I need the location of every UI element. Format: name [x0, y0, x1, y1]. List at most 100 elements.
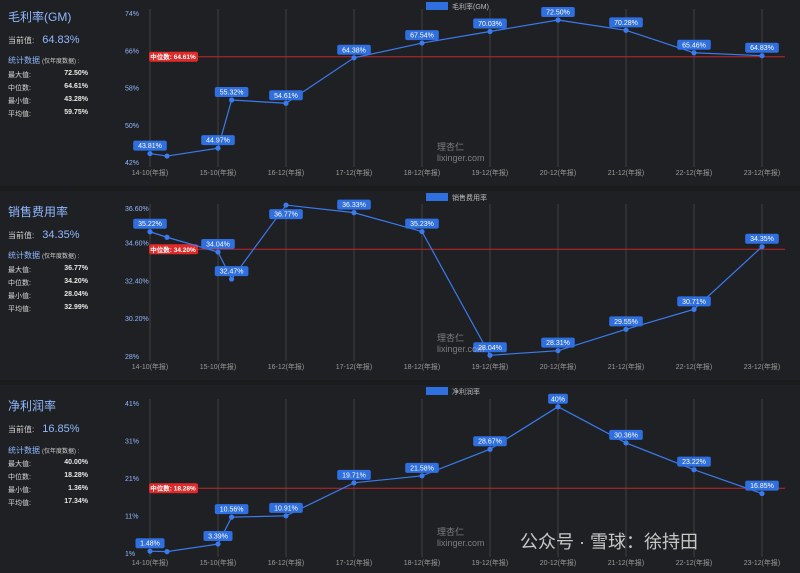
- data-point: [419, 473, 425, 479]
- data-label: 10.91%: [274, 505, 298, 512]
- stat-max: 最大值: 40.00%: [8, 459, 88, 469]
- stats-note: (仅年度数据) :: [42, 449, 80, 455]
- wechat-watermark: 公众号 · 雪球：徐持田: [520, 532, 698, 552]
- stat-min-value: 43.28%: [64, 96, 88, 103]
- y-tick-label: 41%: [125, 401, 139, 408]
- stat-median: 中位数: 64.61%: [8, 83, 88, 93]
- y-tick-label: 58%: [125, 86, 139, 93]
- data-label: 44.97%: [206, 138, 230, 145]
- logo-text: 理杏仁: [437, 333, 465, 343]
- panel-title: 净利润率: [8, 399, 57, 413]
- logo-domain: lixinger.com: [437, 153, 485, 163]
- data-point: [691, 306, 697, 312]
- x-tick-label: 21-12(年报): [608, 558, 645, 567]
- y-tick-label: 1%: [125, 551, 135, 558]
- data-label: 70.28%: [614, 20, 638, 27]
- data-point: [215, 249, 221, 255]
- stat-mean-value: 32.99%: [64, 304, 88, 311]
- legend-label: 净利润率: [452, 387, 480, 396]
- current-value: 16.85%: [42, 423, 80, 435]
- current-value-row: 当前值: 64.83%: [8, 34, 80, 46]
- x-tick-label: 16-12(年报): [268, 168, 305, 177]
- current-value: 34.35%: [42, 229, 80, 241]
- logo-text: 理杏仁: [437, 142, 465, 152]
- data-point: [229, 97, 235, 103]
- data-label: 28.67%: [478, 439, 502, 446]
- y-tick-label: 74%: [125, 11, 139, 18]
- legend-swatch: [426, 387, 448, 395]
- data-label: 36.77%: [274, 212, 298, 219]
- stat-mean: 平均值: 17.34%: [8, 498, 88, 508]
- stat-max-label: 最大值:: [8, 267, 31, 274]
- x-tick-label: 21-12(年报): [608, 168, 645, 177]
- stats-note: (仅年度数据) :: [42, 59, 80, 65]
- data-point: [351, 480, 357, 486]
- x-tick-label: 17-12(年报): [336, 362, 373, 371]
- data-point: [759, 490, 765, 497]
- data-point: [229, 514, 235, 520]
- data-point: [623, 27, 629, 33]
- data-point: [759, 53, 765, 59]
- logo-watermark: 理杏仁 lixinger.com: [437, 525, 485, 548]
- data-point: [487, 28, 493, 35]
- data-label: 3.39%: [208, 534, 228, 541]
- panel-title: 销售费用率: [8, 205, 69, 219]
- data-label: 36.33%: [342, 202, 366, 209]
- stat-min: 最小值: 28.04%: [8, 291, 88, 301]
- stat-min-value: 28.04%: [64, 291, 88, 298]
- data-point: [147, 548, 153, 554]
- data-label: 1.48%: [140, 541, 160, 548]
- data-point: [164, 234, 170, 240]
- y-tick-label: 50%: [125, 123, 139, 130]
- x-tick-label: 19-12(年报): [472, 558, 509, 567]
- stats-title: 统计数据 (仅年度数据) :: [8, 445, 79, 456]
- net-margin-sidebar: 净利润率 当前值: 16.85% 统计数据 (仅年度数据) : 最大值: 40.00%…: [0, 385, 120, 573]
- stat-min: 最小值: 43.28%: [8, 96, 88, 106]
- data-label: 23.22%: [682, 459, 706, 466]
- logo-text: 理杏仁: [437, 527, 465, 537]
- data-label: 64.38%: [342, 47, 366, 54]
- stat-mean: 平均值: 59.75%: [8, 109, 88, 119]
- y-tick-label: 34.60%: [125, 240, 149, 247]
- x-tick-label: 23-12(年报): [744, 558, 781, 567]
- legend-label: 毛利率(GM): [452, 2, 489, 11]
- stat-min-value: 1.36%: [68, 485, 88, 492]
- stats-note: (仅年度数据) :: [42, 254, 80, 260]
- stats-title: 统计数据 (仅年度数据) :: [8, 250, 79, 261]
- x-tick-label: 20-12(年报): [540, 558, 577, 567]
- data-point: [759, 244, 765, 250]
- data-label: 29.55%: [614, 319, 638, 326]
- data-label: 43.81%: [138, 143, 162, 150]
- sales-expense-panel: 销售费用率 当前值: 34.35% 统计数据 (仅年度数据) : 最大值: 36.77…: [0, 191, 800, 380]
- x-tick-label: 14-10(年报): [132, 168, 169, 177]
- stats-title-text: 统计数据: [8, 446, 40, 455]
- stat-mean-value: 59.75%: [64, 109, 88, 116]
- stat-max: 最大值: 36.77%: [8, 265, 88, 275]
- data-point: [147, 229, 153, 235]
- data-label: 16.85%: [750, 483, 774, 490]
- data-point: [691, 467, 697, 473]
- median-label: 中位数: 18.28%: [150, 484, 196, 493]
- y-tick-label: 42%: [125, 160, 139, 167]
- data-label: 21.58%: [410, 465, 434, 472]
- legend-swatch: [426, 193, 448, 201]
- data-label: 32.47%: [220, 269, 244, 276]
- x-tick-label: 14-10(年报): [132, 558, 169, 567]
- y-tick-label: 66%: [125, 48, 139, 55]
- x-tick-label: 17-12(年报): [336, 558, 373, 567]
- data-point: [164, 549, 170, 555]
- x-tick-label: 22-12(年报): [676, 362, 713, 371]
- data-label: 30.71%: [682, 299, 706, 306]
- x-tick-label: 16-12(年报): [268, 558, 305, 567]
- x-tick-label: 17-12(年报): [336, 168, 373, 177]
- stat-median-label: 中位数:: [8, 85, 31, 92]
- x-tick-label: 15-10(年报): [200, 362, 237, 371]
- stat-mean-label: 平均值:: [8, 306, 31, 313]
- stat-median-value: 18.28%: [64, 472, 88, 479]
- gross-margin-sidebar: 毛利率(GM) 当前值: 64.83% 统计数据 (仅年度数据) : 最大值: 72.…: [0, 0, 120, 186]
- data-point: [555, 17, 561, 23]
- stat-median-label: 中位数:: [8, 474, 31, 481]
- x-tick-label: 18-12(年报): [404, 558, 441, 567]
- logo-domain: lixinger.com: [437, 344, 485, 354]
- data-point: [229, 276, 235, 282]
